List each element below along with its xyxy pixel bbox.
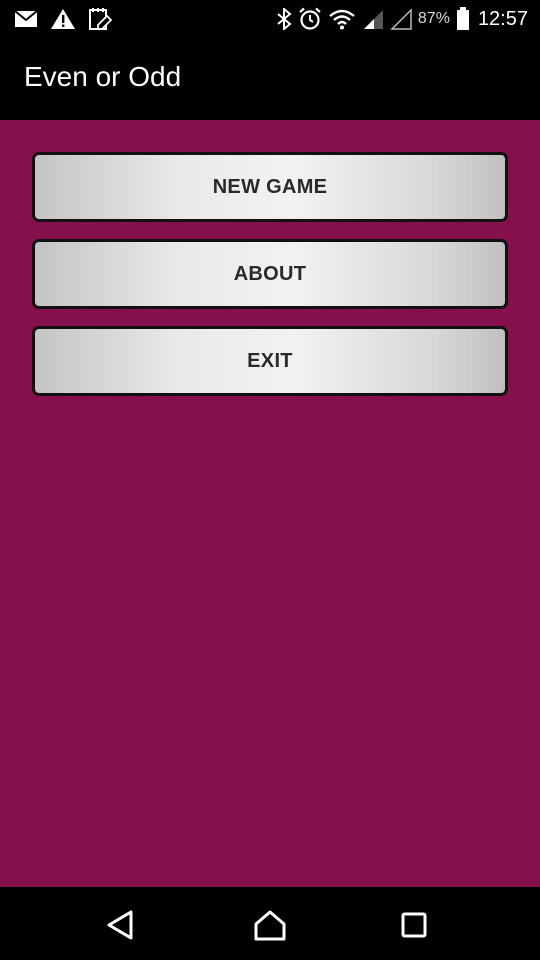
recents-button[interactable]: [394, 905, 434, 945]
battery-icon: [456, 7, 470, 31]
battery-percent: 87%: [417, 10, 450, 27]
navigation-bar: [0, 887, 540, 960]
home-icon: [253, 909, 287, 941]
app-screen: 87% 12:57 Even or Odd NEW GAME ABOUT EXI…: [0, 0, 540, 960]
app-title: Even or Odd: [24, 61, 182, 92]
bluetooth-icon: [276, 8, 292, 30]
status-time: 12:57: [477, 7, 528, 30]
about-label: ABOUT: [233, 262, 307, 285]
signal-icon: [362, 8, 384, 30]
back-button[interactable]: [100, 905, 140, 945]
recents-icon: [400, 911, 428, 939]
notepad-icon: [88, 7, 112, 31]
about-button[interactable]: ABOUT: [32, 239, 508, 309]
back-icon: [105, 909, 135, 941]
app-bar: Even or Odd: [0, 38, 540, 120]
main-content: NEW GAME ABOUT EXIT: [0, 120, 540, 887]
home-button[interactable]: [250, 905, 290, 945]
warning-icon: [50, 8, 76, 30]
system-icons: 87% 12:57: [276, 6, 528, 32]
new-game-button[interactable]: NEW GAME: [32, 152, 508, 222]
exit-button[interactable]: EXIT: [32, 326, 508, 396]
status-bar: 87% 12:57: [0, 0, 540, 38]
alarm-icon: [298, 7, 322, 31]
new-game-label: NEW GAME: [212, 175, 328, 198]
signal-empty-icon: [390, 8, 412, 30]
notification-icons: [14, 6, 112, 32]
exit-label: EXIT: [247, 349, 293, 372]
mail-icon: [14, 10, 38, 28]
wifi-icon: [328, 8, 356, 30]
